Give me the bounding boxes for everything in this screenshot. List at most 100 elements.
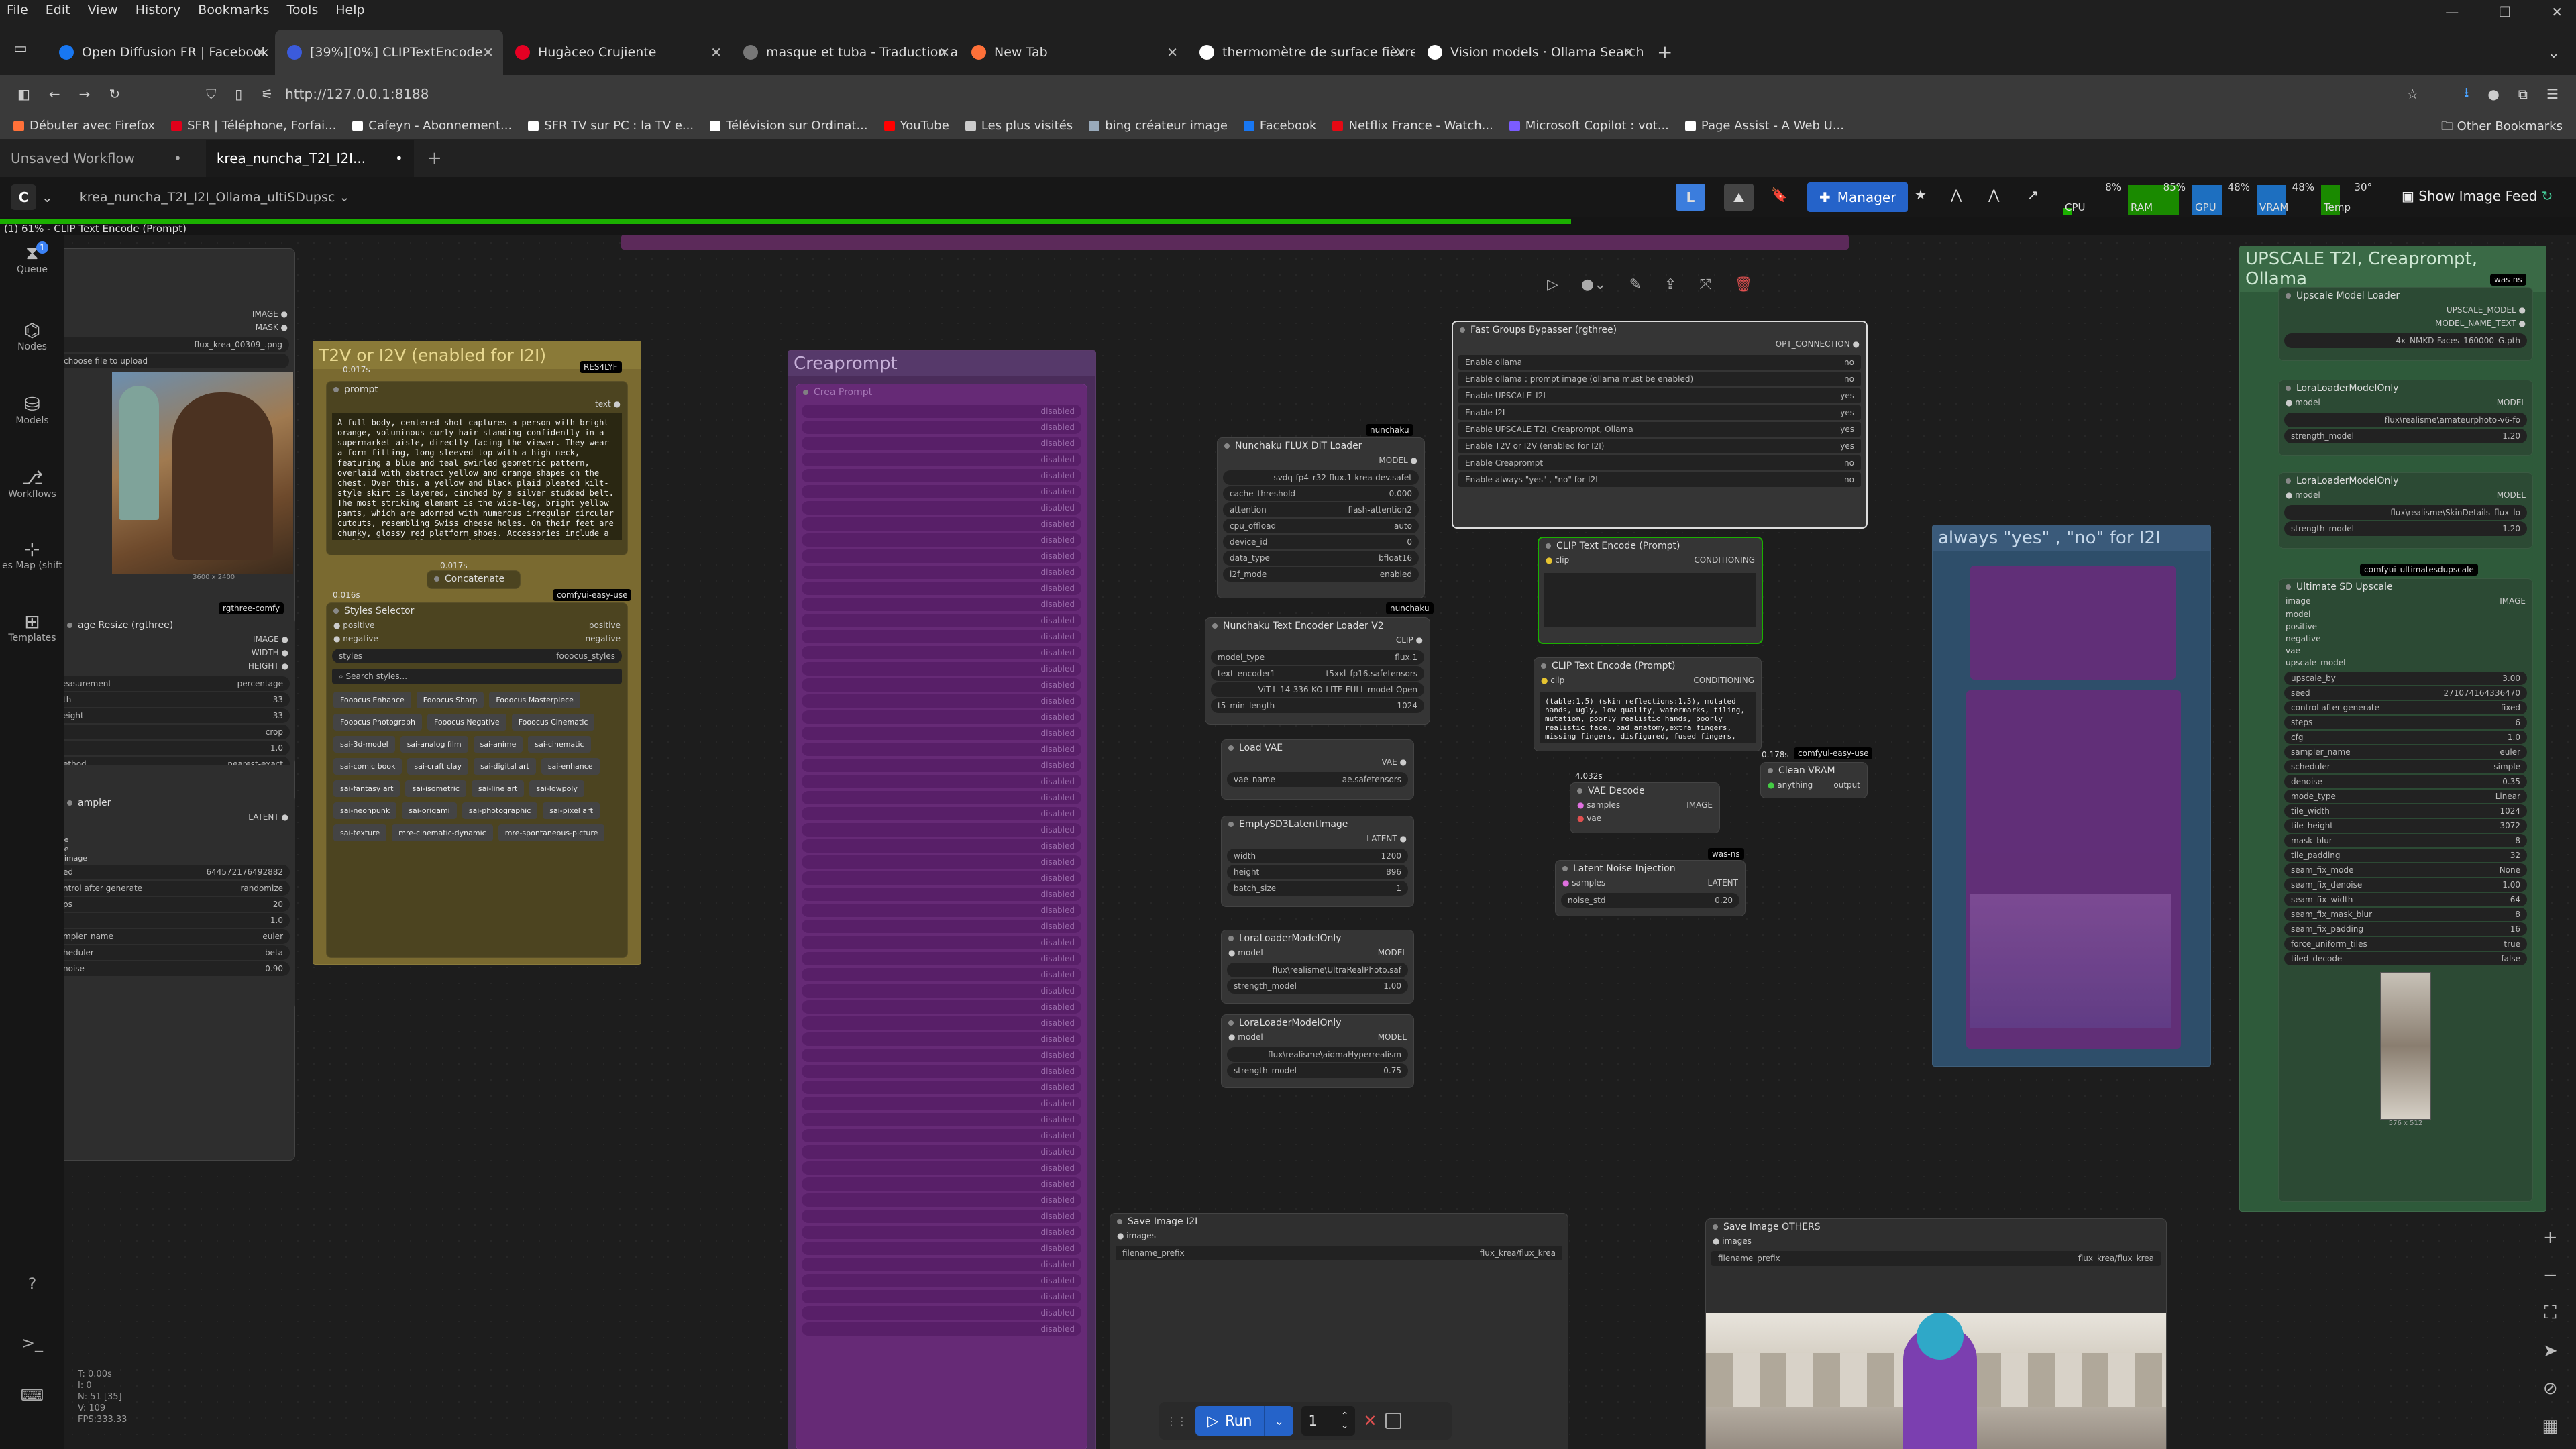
style-tag[interactable]: mre-spontaneous-picture bbox=[498, 824, 605, 841]
fit-view-icon[interactable]: ⛶ bbox=[2542, 1303, 2559, 1324]
clip-text-encode-node-1[interactable]: CLIP Text Encode (Prompt) ● clip CONDITIO… bbox=[1538, 537, 1763, 644]
widget-row[interactable]: th 33 bbox=[64, 692, 290, 707]
close-tab-icon[interactable]: ✕ bbox=[1167, 44, 1178, 60]
chevron-down-icon[interactable]: ⌄ bbox=[42, 189, 53, 205]
style-tag[interactable]: Fooocus Masterpiece bbox=[489, 692, 580, 708]
bookmark-item[interactable]: Netflix France - Watch... bbox=[1332, 119, 1493, 133]
output-width[interactable]: WIDTH ● bbox=[64, 648, 295, 661]
io-positive[interactable]: ● positive positive bbox=[327, 621, 627, 634]
latent-noise-injection-node[interactable]: Latent Noise Injection ● samples LATENT n… bbox=[1555, 860, 1746, 916]
crea-prompt-row[interactable]: disabled bbox=[802, 710, 1081, 724]
close-tab-icon[interactable]: ✕ bbox=[1623, 44, 1634, 60]
lora-loader-node-2[interactable]: LoraLoaderModelOnly ● model MODEL flux\re… bbox=[1221, 1014, 1414, 1088]
widget-row[interactable]: data_type bfloat16 bbox=[1223, 551, 1419, 566]
widget-row[interactable]: tile_height 3072 bbox=[2284, 819, 2527, 833]
style-tag[interactable]: sai-comic book bbox=[333, 758, 402, 775]
shield-icon[interactable]: ⛉ bbox=[206, 86, 216, 102]
fast-groups-bypasser-node[interactable]: Fast Groups Bypasser (rgthree) OPT_CONNE… bbox=[1452, 321, 1868, 529]
style-tag[interactable]: sai-isometric bbox=[405, 780, 466, 797]
widget-row[interactable]: model_type flux.1 bbox=[1211, 650, 1424, 665]
close-tab-icon[interactable]: ✕ bbox=[254, 44, 266, 60]
widget-row[interactable]: ed 644572176492882 bbox=[64, 865, 290, 879]
url-field[interactable]: http://127.0.0.1:8188 bbox=[285, 86, 429, 102]
permissions-icon[interactable]: ⚟ bbox=[261, 86, 273, 102]
app-menu-icon[interactable]: ☰ bbox=[2546, 86, 2559, 102]
io-samples[interactable]: ● samples IMAGE bbox=[1570, 800, 1719, 814]
save-image-others-node[interactable]: Save Image OTHERS ● images filename_pref… bbox=[1705, 1218, 2167, 1449]
bookmark-item[interactable]: Les plus visités bbox=[965, 119, 1073, 133]
pin-icon[interactable]: ✎ bbox=[1629, 276, 1642, 293]
widget-row[interactable]: seam_fix_denoise 1.00 bbox=[2284, 878, 2527, 892]
widget-row[interactable]: flux\realisme\UltraRealPhoto.saf bbox=[1227, 963, 1408, 977]
crea-prompt-row[interactable]: disabled bbox=[802, 1129, 1081, 1142]
crea-prompt-row[interactable]: disabled bbox=[802, 807, 1081, 820]
browser-tab[interactable]: New Tab ✕ bbox=[959, 30, 1187, 75]
widget-row[interactable]: text_encoder1 t5xxl_fp16.safetensors bbox=[1211, 666, 1424, 681]
menu-history[interactable]: History bbox=[136, 3, 181, 17]
bookmark-item[interactable]: YouTube bbox=[883, 119, 949, 133]
widget-row[interactable]: Enable T2V or I2V (enabled for I2I) yes bbox=[1458, 439, 1861, 453]
select-mode-icon[interactable]: ➤ bbox=[2542, 1341, 2559, 1361]
bookmark-item[interactable]: SFR TV sur PC : la TV e... bbox=[528, 119, 694, 133]
output-image[interactable]: IMAGE ● bbox=[64, 309, 294, 323]
widget-row[interactable]: heduler beta bbox=[64, 945, 290, 960]
widget-row[interactable]: cpu_offload auto bbox=[1223, 519, 1419, 533]
link-mode-button[interactable]: L bbox=[1676, 184, 1705, 211]
crea-prompt-row[interactable]: disabled bbox=[802, 405, 1081, 418]
crea-prompt-row[interactable]: disabled bbox=[802, 920, 1081, 933]
menu-bookmarks[interactable]: Bookmarks bbox=[198, 3, 269, 17]
crea-prompt-row[interactable]: disabled bbox=[802, 1193, 1081, 1207]
bookmark-item[interactable]: Télévision sur Ordinat... bbox=[710, 119, 868, 133]
io-model[interactable]: ● model MODEL bbox=[1222, 948, 1413, 961]
output-opt-connection[interactable]: OPT_CONNECTION ● bbox=[1453, 339, 1866, 353]
crea-prompt-row[interactable]: disabled bbox=[802, 598, 1081, 611]
io-model[interactable]: ● model MODEL bbox=[2279, 398, 2532, 411]
output-vae[interactable]: VAE ● bbox=[1222, 757, 1413, 771]
widget-row[interactable]: strength_model 0.75 bbox=[1227, 1063, 1408, 1078]
widget-row[interactable]: seed 271074164336470 bbox=[2284, 686, 2527, 700]
negative-prompt-textarea[interactable]: (table:1.5) (skin reflections:1.5), muta… bbox=[1540, 692, 1756, 743]
widget-row[interactable]: strength_model 1.00 bbox=[1227, 979, 1408, 994]
delete-icon[interactable]: 🗑 bbox=[1734, 276, 1753, 293]
widget-row[interactable]: Enable ollama no bbox=[1458, 355, 1861, 370]
manager-button[interactable]: ✚ Manager bbox=[1807, 182, 1909, 212]
crea-prompt-row[interactable]: disabled bbox=[802, 1274, 1081, 1287]
menu-tools[interactable]: Tools bbox=[286, 3, 318, 17]
widget-row[interactable]: cache_threshold 0.000 bbox=[1223, 486, 1419, 501]
maximize-icon[interactable]: ❐ bbox=[2499, 4, 2511, 20]
crea-prompt-row[interactable]: disabled bbox=[802, 743, 1081, 756]
widget-row[interactable]: seam_fix_width 64 bbox=[2284, 893, 2527, 906]
bookmark-item[interactable]: Débuter avec Firefox bbox=[13, 119, 155, 133]
output-upscale-model[interactable]: UPSCALE_MODEL ● bbox=[2279, 305, 2532, 319]
crea-prompt-row[interactable]: disabled bbox=[802, 936, 1081, 949]
crea-prompt-row[interactable]: disabled bbox=[802, 1242, 1081, 1255]
star-icon[interactable]: ★ bbox=[1915, 186, 1927, 203]
prompt-node[interactable]: prompt text ● A full-body, centered shot… bbox=[326, 381, 628, 555]
upload-button[interactable]: choose file to upload bbox=[64, 354, 289, 368]
widget-row[interactable]: batch_size 1 bbox=[1227, 881, 1408, 896]
widget-row[interactable]: eight 33 bbox=[64, 708, 290, 723]
ultimate-input[interactable]: upscale_model bbox=[2279, 658, 2532, 670]
widget-row[interactable]: control after generate fixed bbox=[2284, 701, 2527, 714]
widget-row[interactable]: 1.0 bbox=[64, 913, 290, 928]
drag-handle-icon[interactable]: ⋮⋮ bbox=[1166, 1415, 1187, 1428]
widget-row[interactable]: attention flash-attention2 bbox=[1223, 502, 1419, 517]
widget-row[interactable]: steps 6 bbox=[2284, 716, 2527, 729]
style-tag[interactable]: sai-lowpoly bbox=[529, 780, 584, 797]
sidebar-item-templates[interactable]: ⊞ Templates bbox=[0, 610, 64, 643]
bookmark-item[interactable]: Page Assist - A Web U... bbox=[1684, 119, 1844, 133]
styles-search-input[interactable]: ⌕ Search styles... bbox=[332, 669, 622, 684]
close-tab-icon[interactable]: ✕ bbox=[482, 44, 494, 60]
crea-prompt-row[interactable]: disabled bbox=[802, 1097, 1081, 1110]
crea-prompt-row[interactable]: disabled bbox=[802, 759, 1081, 772]
stepper-icon[interactable]: ⌃ ⌄ bbox=[1341, 1411, 1349, 1430]
style-tag[interactable]: Fooocus Cinematic bbox=[511, 714, 595, 731]
terminal-icon[interactable]: >_ bbox=[0, 1334, 64, 1352]
bookmark-star-icon[interactable]: ☆ bbox=[2406, 86, 2418, 102]
crea-prompt-row[interactable]: disabled bbox=[802, 727, 1081, 740]
reload-icon[interactable]: ↻ bbox=[109, 86, 120, 102]
tab-unsaved-workflow[interactable]: Unsaved Workflow • bbox=[0, 140, 193, 177]
browser-tab[interactable]: Open Diffusion FR | Facebook ✕ bbox=[47, 30, 275, 75]
output-latent[interactable]: LATENT ● bbox=[64, 812, 295, 826]
style-tag[interactable]: Fooocus Sharp bbox=[416, 692, 484, 708]
